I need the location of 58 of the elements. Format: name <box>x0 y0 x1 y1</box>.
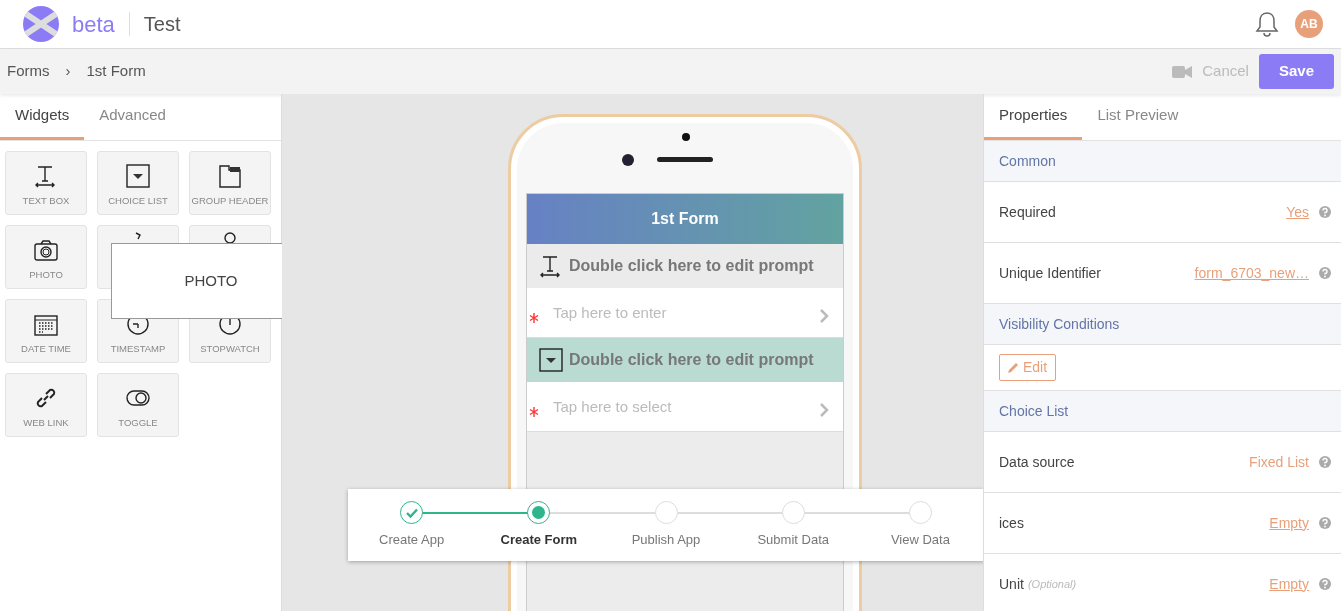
bell-icon[interactable] <box>1255 11 1279 37</box>
optional-note: (Optional) <box>1027 576 1077 592</box>
dropdown-icon <box>539 348 563 372</box>
tab[interactable]: Advanced <box>84 94 181 140</box>
help-icon[interactable] <box>1319 206 1331 218</box>
property-value-link[interactable]: Yes <box>1286 201 1309 223</box>
property-value-link[interactable]: Empty <box>1269 512 1309 534</box>
prompt-text: Double click here to edit prompt <box>569 256 814 276</box>
help-icon[interactable] <box>1319 267 1331 279</box>
help-icon[interactable] <box>1319 456 1331 468</box>
phone-speaker-icon <box>656 133 714 163</box>
form-title: 1st Form <box>527 194 843 244</box>
phone-camera-icon <box>621 153 635 167</box>
property-label: Unit <box>999 574 1024 594</box>
prompt-text: Double click here to edit prompt <box>569 350 814 370</box>
pencil-icon <box>1008 362 1019 373</box>
widget-tile[interactable]: CHOICE LIST <box>97 151 179 215</box>
app-title: Test <box>128 12 181 36</box>
breadcrumb-link[interactable]: Forms <box>7 60 50 83</box>
widget-tile[interactable]: PHOTO <box>5 225 87 289</box>
widget-tile[interactable]: WEB LINK <box>5 373 87 437</box>
input-placeholder[interactable]: Tap here to select <box>553 396 672 417</box>
widget-tile[interactable]: DATE TIME <box>5 299 87 363</box>
step-label: Submit Data <box>757 531 829 549</box>
camera-icon <box>34 237 58 262</box>
save-button[interactable]: Save <box>1258 54 1334 89</box>
property-value-link[interactable]: Empty <box>1269 573 1309 595</box>
step-label: Publish App <box>631 531 701 549</box>
widget-tile[interactable]: TOGGLE <box>97 373 179 437</box>
tab[interactable]: List Preview <box>1082 94 1194 140</box>
brand-label: beta <box>72 10 115 39</box>
cancel-button[interactable]: Cancel <box>1192 60 1259 83</box>
folder-icon <box>218 163 242 188</box>
property-label: ices <box>999 513 1024 533</box>
input-placeholder[interactable]: Tap here to enter <box>553 302 667 323</box>
help-icon[interactable] <box>1319 578 1331 590</box>
property-value-link[interactable]: form_6703_new… <box>1194 262 1309 284</box>
edit-button[interactable]: Edit <box>999 354 1057 381</box>
breadcrumb-separator: › <box>65 61 71 82</box>
step-label: Create Form <box>500 531 578 549</box>
user-avatar[interactable]: AB <box>1295 10 1323 38</box>
step-label: View Data <box>890 531 950 549</box>
prompt-bar[interactable]: Double click here to edit prompt <box>527 338 843 382</box>
property-label: Unique Identifier <box>999 263 1101 283</box>
section-header: Choice List <box>984 391 1341 432</box>
section-header: Common <box>984 141 1341 182</box>
section-header: Visibility Conditions <box>984 304 1341 345</box>
widget-tile[interactable]: TEXT BOX <box>5 151 87 215</box>
help-icon[interactable] <box>1319 517 1331 529</box>
property-label: Required <box>999 202 1056 222</box>
dropdown-icon <box>126 163 150 188</box>
widget-tile[interactable]: GROUP HEADER <box>189 151 271 215</box>
breadcrumb-current: 1st Form <box>86 61 146 82</box>
property-value[interactable]: Fixed List <box>1249 451 1309 473</box>
step-label: Create App <box>379 531 445 549</box>
property-label: Data source <box>999 452 1075 472</box>
video-camera-icon[interactable] <box>1172 64 1193 79</box>
tab[interactable]: Widgets <box>0 94 85 140</box>
